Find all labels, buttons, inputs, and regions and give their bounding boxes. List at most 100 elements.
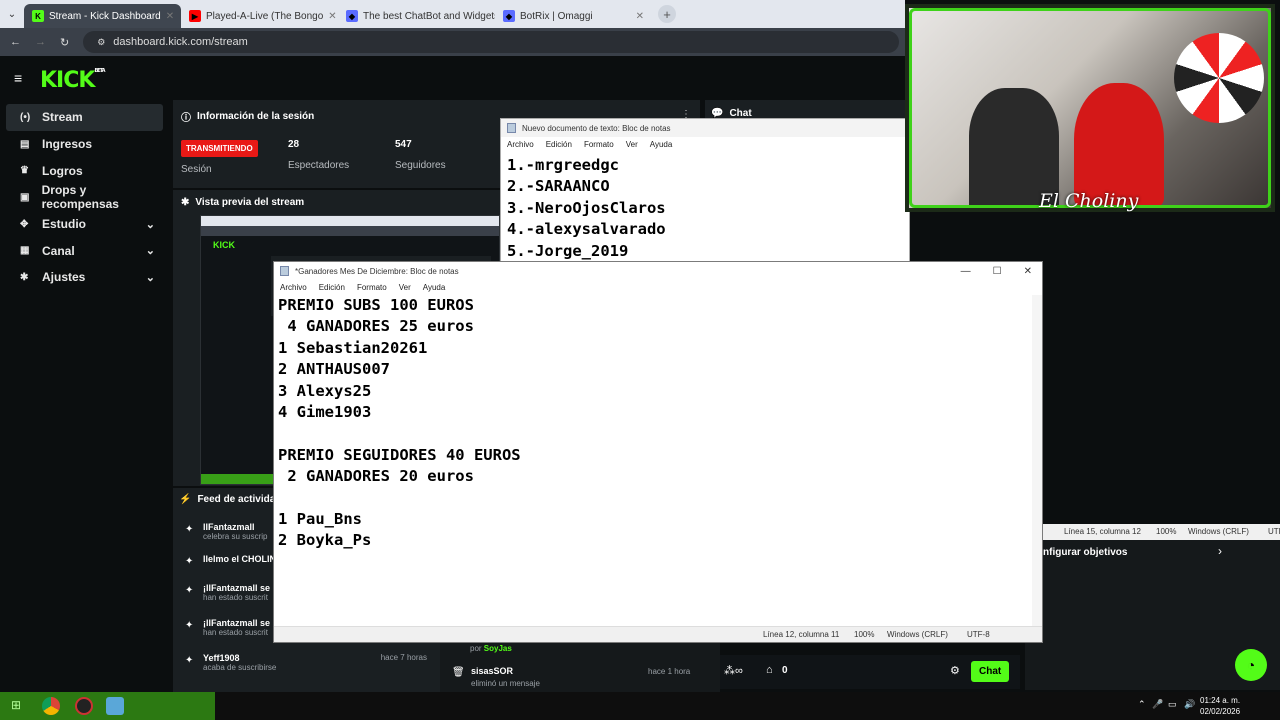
titlebar: Nuevo documento de texto: Bloc de notas <box>501 119 909 137</box>
emote-icon[interactable]: ⁂∞ <box>724 664 743 677</box>
chevron-right-icon[interactable]: › <box>1218 544 1222 558</box>
close-tab-icon[interactable]: ✕ <box>636 11 644 22</box>
tab-title: Stream - Kick Dashboard <box>49 10 161 22</box>
broadcast-icon: (•) <box>20 111 31 123</box>
favicon-icon: ▶ <box>189 10 201 22</box>
layers-icon: ✥ <box>20 218 29 230</box>
webcam-overlay: El Choliny <box>905 4 1275 212</box>
streamer-caption: El Choliny <box>1039 190 1139 212</box>
obs-taskbar-icon[interactable] <box>75 697 93 715</box>
gift-icon: ▣ <box>20 191 30 203</box>
maximize-icon[interactable]: ☐ <box>993 266 1002 277</box>
close-tab-icon[interactable]: ✕ <box>166 11 174 22</box>
menu-item-0[interactable]: Archivo <box>280 283 307 292</box>
notepad1-status-bar: Línea 15, columna 12 100% Windows (CRLF)… <box>1043 524 1280 540</box>
minimize-icon[interactable]: — <box>961 266 971 277</box>
sidebar-item-canal[interactable]: ▦ Canal ⌄ <box>6 237 163 264</box>
status-position: Línea 15, columna 12 <box>1064 527 1141 536</box>
menu-icon[interactable]: ≡ <box>14 70 22 86</box>
text-line: 4.-alexysalvarado <box>507 220 666 239</box>
sidebar-item-drops-y-recompensas[interactable]: ▣ Drops y recompensas <box>6 183 163 211</box>
activity-icon: ✦ <box>185 655 194 666</box>
preview-title: Vista previa del stream <box>195 197 305 208</box>
menu-bar: Archivo Edición Formato Ver Ayuda <box>274 280 1042 295</box>
configure-goals-link[interactable]: nfigurar objetivos <box>1043 547 1127 558</box>
trophy-icon: ♛ <box>20 165 29 177</box>
menu-item-4[interactable]: Ayuda <box>423 283 446 292</box>
sidebar-item-estudio[interactable]: ✥ Estudio ⌄ <box>6 211 163 238</box>
sidebar-item-logros[interactable]: ♛ Logros <box>6 157 163 184</box>
tab-title: BotRix | Omaggi <box>520 10 593 22</box>
status-eol: Windows (CRLF) <box>887 630 948 639</box>
chat-feed: por SoyJas 🗑 sisasSOR eliminó un mensaje… <box>440 635 720 692</box>
mic-icon[interactable]: 🎤 <box>1152 699 1163 710</box>
browser-tab[interactable]: ◆ BotRix | Omaggi ✕ <box>495 4 652 28</box>
network-icon[interactable]: ▭ <box>1168 699 1177 710</box>
sidebar-item-label: Stream <box>42 110 83 125</box>
notepad-window-2: *Ganadores Mes De Diciembre: Bloc de not… <box>273 261 1043 643</box>
status-position: Línea 12, columna 11 <box>763 630 840 639</box>
activity-icon: ✦ <box>185 620 194 631</box>
notepad-window-1: Nuevo documento de texto: Bloc de notas … <box>500 118 910 263</box>
chevron-down-icon[interactable]: ⌄ <box>146 244 155 257</box>
help-chat-icon[interactable]: ◔ <box>1235 649 1267 681</box>
menu-item-3[interactable]: Ver <box>626 140 638 149</box>
menu-item-1[interactable]: Edición <box>546 140 572 149</box>
sidebar-item-label: Ingresos <box>42 137 93 152</box>
live-badge: TRANSMITIENDO <box>181 140 258 157</box>
sidebar-item-stream[interactable]: (•) Stream <box>6 104 163 131</box>
kick-logo[interactable]: KICKBETA <box>40 68 106 93</box>
sidebar-item-ajustes[interactable]: ✱ Ajustes ⌄ <box>6 264 163 291</box>
menu-item-0[interactable]: Archivo <box>507 140 534 149</box>
text-line: 5.-Jorge_2019 <box>507 241 629 260</box>
tray-chevron-icon[interactable]: ⌃ <box>1138 699 1146 710</box>
url-text: dashboard.kick.com/stream <box>113 36 248 48</box>
browser-tab[interactable]: K Stream - Kick Dashboard ✕ <box>24 4 181 28</box>
follower-count: 547 <box>395 139 412 150</box>
chat-settings-icon[interactable]: ⚙ <box>950 664 960 677</box>
feed-user: sisasSOR <box>471 666 514 676</box>
tab-title: Played-A-Live (The Bongo <box>206 10 324 22</box>
viewer-count: 28 <box>288 139 300 150</box>
taskbar-time: 01:24 a. m. <box>1200 696 1241 705</box>
volume-icon[interactable]: 🔊 <box>1184 699 1195 710</box>
sidebar: (•) Stream ▤ Ingresos ♛ Logros ▣ Drops y recomp… <box>0 104 170 291</box>
close-tab-icon[interactable]: ✕ <box>328 11 336 22</box>
site-info-icon[interactable]: ⚙ <box>97 37 105 48</box>
browser-tab[interactable]: ▶ Played-A-Live (The Bongo ✕ <box>181 4 338 28</box>
notepad-taskbar-icon[interactable] <box>106 697 124 715</box>
wallet-icon: ▤ <box>20 138 30 150</box>
menu-item-3[interactable]: Ver <box>399 283 411 292</box>
status-encoding: UTF <box>1268 527 1280 536</box>
store-icon[interactable]: ⌂ <box>766 664 773 676</box>
menu-item-2[interactable]: Formato <box>584 140 614 149</box>
close-icon[interactable]: ✕ <box>1024 266 1032 277</box>
chevron-down-icon[interactable]: ⌄ <box>146 218 155 231</box>
activity-item: ✦ Yeff1908 acaba de suscribirse hace 7 hora… <box>185 653 435 672</box>
menu-item-1[interactable]: Edición <box>319 283 345 292</box>
reload-icon[interactable]: ↻ <box>60 36 69 49</box>
tab-title: The best ChatBot and Widgets <box>363 10 495 22</box>
notepad-text-area[interactable]: PREMIO SUBS 100 EUROS 4 GANADORES 25 eur… <box>278 295 521 552</box>
vertical-scrollbar[interactable] <box>1032 295 1042 627</box>
chrome-taskbar-icon[interactable] <box>42 697 60 715</box>
menu-item-2[interactable]: Formato <box>357 283 387 292</box>
chat-panel-header: 💬 Chat <box>705 100 905 120</box>
tab-list-chevron-icon[interactable]: ⌄ <box>0 9 24 20</box>
neon-frame <box>909 8 1271 208</box>
menu-item-4[interactable]: Ayuda <box>650 140 673 149</box>
status-encoding: UTF-8 <box>967 630 990 639</box>
back-icon[interactable]: ← <box>10 36 21 48</box>
status-eol: Windows (CRLF) <box>1188 527 1249 536</box>
activity-title: Feed de actividad <box>197 494 282 505</box>
forward-icon[interactable]: → <box>35 36 46 48</box>
window-title: Nuevo documento de texto: Bloc de notas <box>522 123 671 133</box>
send-chat-button[interactable]: Chat <box>971 661 1010 682</box>
new-tab-button[interactable]: + <box>658 5 676 23</box>
chat-input-bar: ⁂∞ ⌂ 0 ⚙ Chat <box>720 655 1020 689</box>
chevron-down-icon[interactable]: ⌄ <box>146 271 155 284</box>
browser-tab[interactable]: ◆The best ChatBot and Widgets✕ <box>338 4 495 28</box>
sidebar-item-ingresos[interactable]: ▤ Ingresos <box>6 131 163 158</box>
favicon-icon: ◆ <box>503 10 515 22</box>
url-field[interactable]: ⚙ dashboard.kick.com/stream <box>83 31 899 53</box>
